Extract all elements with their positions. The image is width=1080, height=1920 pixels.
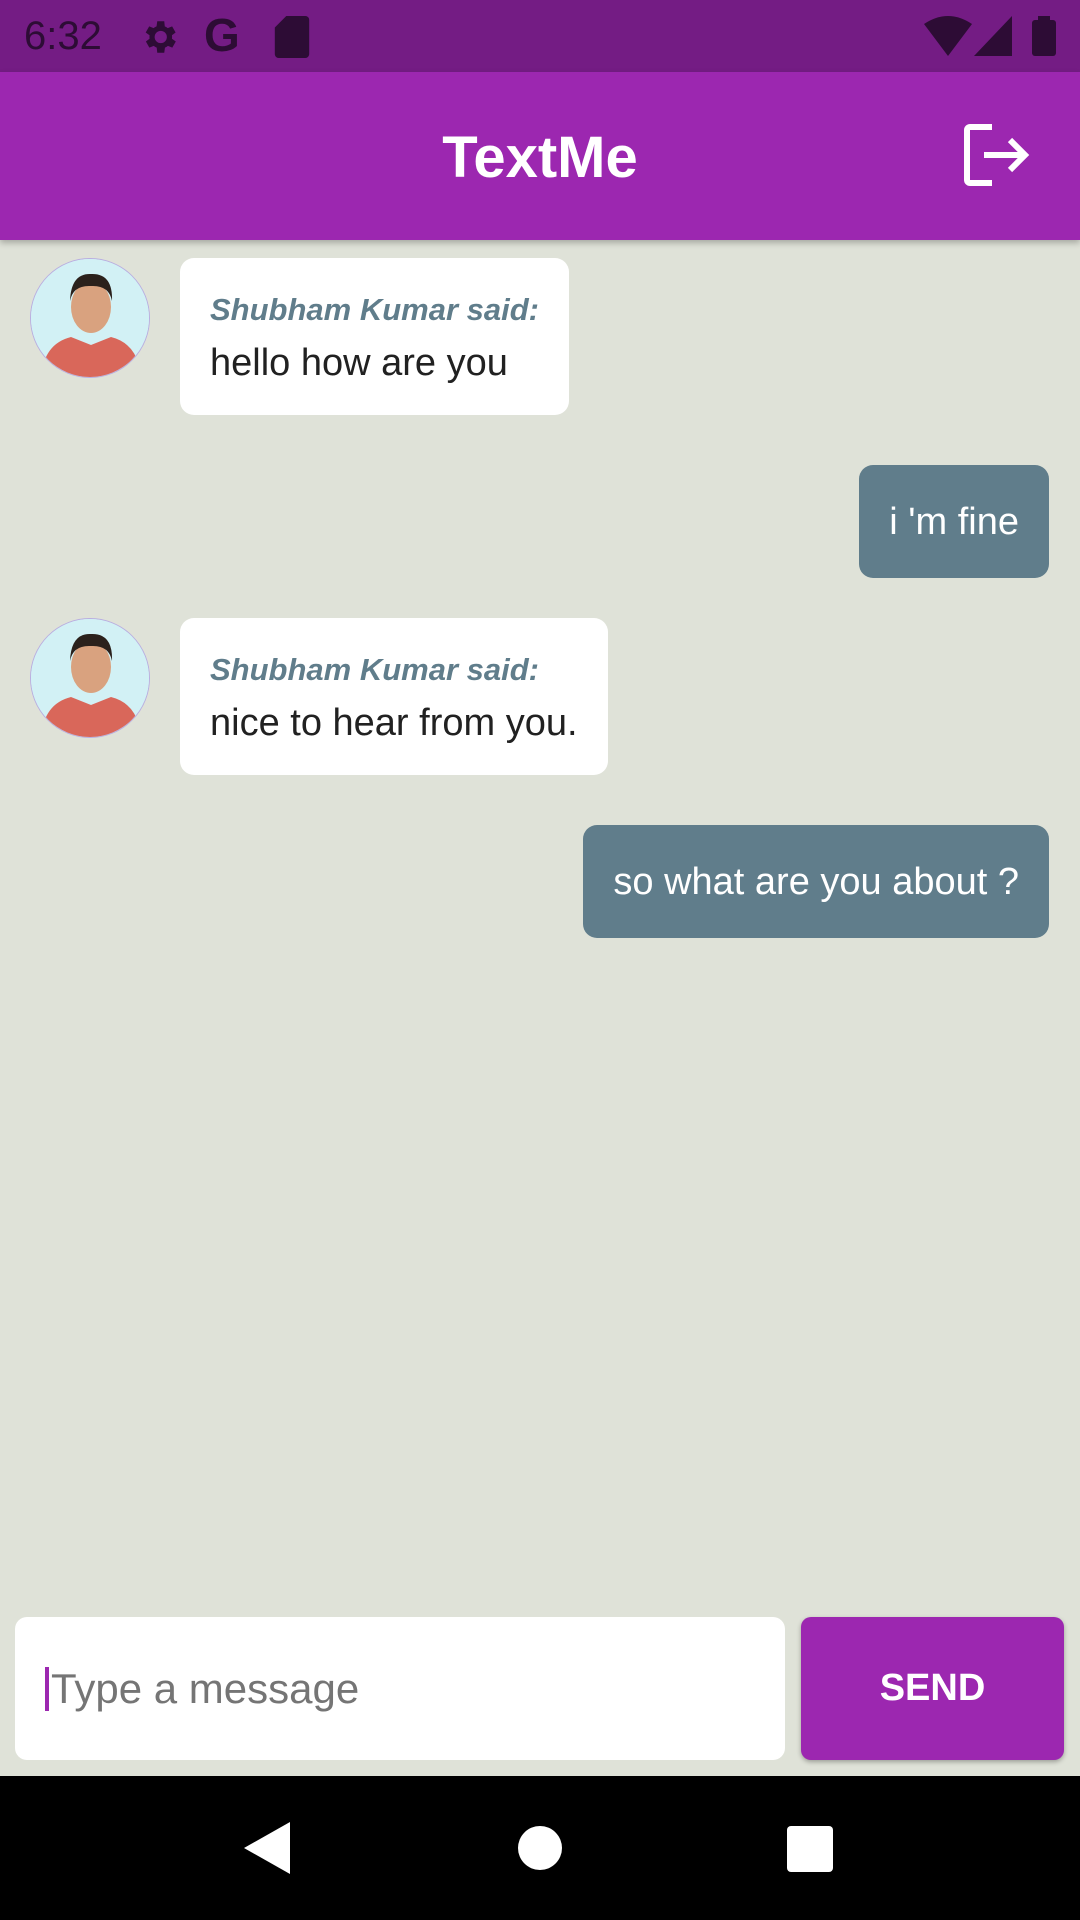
app-bar: TextMe [0,72,1080,240]
logout-icon[interactable] [964,124,1030,186]
sender-label: Shubham Kumar said: [210,292,539,327]
message-sent: i 'm fine [859,465,1049,578]
message-text: nice to hear from you. [210,702,578,744]
signal-icon [974,16,1012,56]
sd-card-icon [274,16,310,58]
send-button[interactable]: SEND [801,1617,1064,1760]
message-text: hello how are you [210,342,508,384]
sender-label: Shubham Kumar said: [210,652,539,687]
status-time: 6:32 [24,14,102,58]
status-bar: 6:32 G [0,0,1080,72]
back-icon[interactable] [244,1822,290,1874]
message-received: Shubham Kumar said: hello how are you [180,258,569,415]
app-title: TextMe [442,125,638,190]
battery-icon [1032,16,1056,56]
text-caret [45,1667,49,1711]
message-sent: so what are you about ? [583,825,1049,938]
message-input-placeholder: Type a message [51,1665,360,1712]
message-text: so what are you about ? [613,861,1019,903]
wifi-icon [924,16,972,56]
home-icon[interactable] [518,1826,562,1870]
message-input[interactable]: Type a message [15,1617,785,1760]
avatar [30,618,150,738]
avatar [30,258,150,378]
google-icon: G [204,9,240,61]
navigation-bar [0,1776,1080,1920]
message-received: Shubham Kumar said: nice to hear from yo… [180,618,608,775]
recents-icon[interactable] [787,1826,833,1872]
message-text: i 'm fine [889,501,1019,543]
gear-icon [145,21,176,53]
